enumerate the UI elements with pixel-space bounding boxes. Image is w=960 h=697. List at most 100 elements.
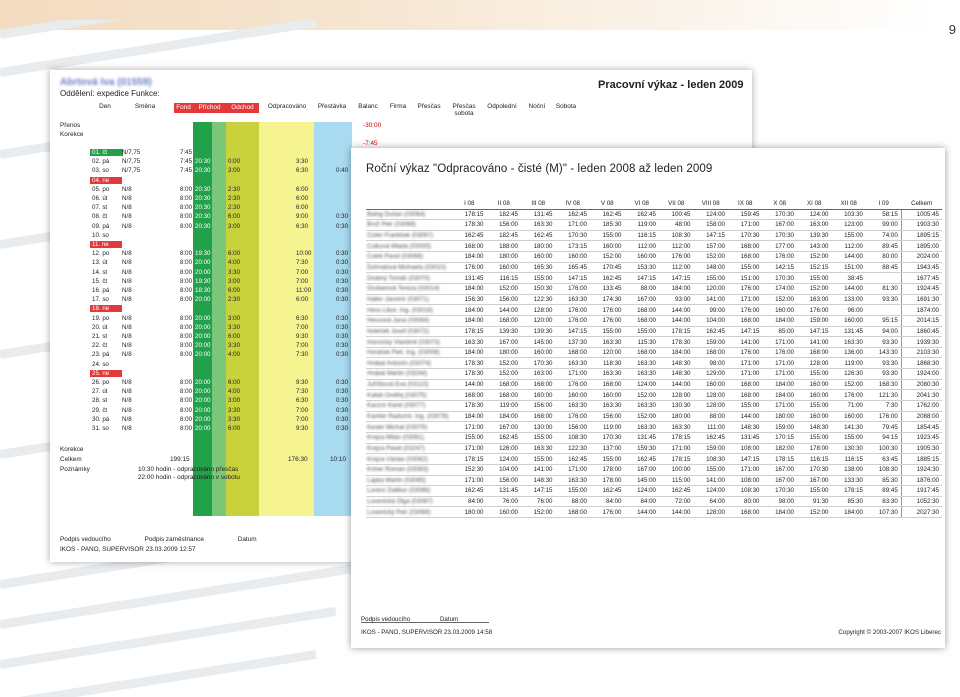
arrival-cell: 20:00 (195, 397, 211, 405)
month-cell: 156:00 (486, 475, 521, 487)
table-row: Krejza Pavel (03247) 171:00 126:00 163:30 12… (366, 443, 942, 455)
day-row: 05. po N/8 8:00 20:30 2:30 6:00 (60, 186, 380, 195)
arrival-cell: 20:00 (195, 259, 211, 267)
break-cell: 0:30 (336, 379, 349, 386)
column-header: I 09 (866, 199, 902, 210)
month-cell: 88:45 (866, 262, 902, 274)
worked-cell: 7:00 (296, 415, 309, 423)
month-cell: 184:00 (452, 251, 487, 263)
month-cell: 108:30 (866, 464, 902, 476)
month-cell: 176:00 (555, 411, 590, 423)
fund-cell: 8:00 (180, 268, 193, 276)
day-row: 12. po N/8 8:00 19:30 6:00 10:00 0:30 (60, 250, 380, 259)
employee-cell: Honzický Vlastimil (03073) (366, 336, 452, 348)
month-cell: 176:00 (452, 262, 487, 274)
page-number: 9 (948, 22, 956, 37)
column-header: XI 08 (797, 199, 832, 210)
month-cell: 178:15 (452, 453, 487, 465)
month-cell: 167:00 (486, 421, 521, 433)
month-cell: 139:30 (486, 326, 521, 338)
month-cell: 184:00 (486, 411, 521, 423)
month-cell: 163:30 (624, 357, 659, 370)
month-cell: 178:15 (659, 453, 694, 465)
month-cell: 155:00 (797, 432, 832, 444)
shift-cell: N/8 (122, 296, 132, 304)
total-cell: 1005:45 (900, 209, 942, 221)
month-cell: 131:45 (452, 272, 487, 284)
departure-cell: 3:00 (228, 314, 241, 322)
month-cell: 155:00 (624, 326, 659, 338)
month-cell: 147:15 (728, 326, 763, 338)
front-footer: IKOS - PANO, SUPERVISOR 23.03.2009 14:58 (361, 629, 493, 636)
worked-cell: 7:00 (296, 323, 309, 331)
celkem-fond: 199:15 (170, 456, 190, 463)
month-cell: 167:00 (624, 464, 659, 476)
month-cell: 180:00 (486, 251, 521, 263)
shift-cell: N/8 (122, 388, 132, 396)
break-cell: 0:30 (336, 277, 349, 285)
month-cell: 144:00 (486, 304, 521, 316)
col-header-prescas: Přesčas (417, 103, 441, 110)
month-cell: 152:00 (486, 357, 521, 370)
month-cell: 163:30 (624, 421, 659, 433)
month-cell: 180:00 (452, 506, 487, 519)
month-cell: 150:30 (521, 283, 556, 295)
fund-cell: 8:00 (180, 323, 193, 331)
month-cell: 170:30 (762, 209, 797, 221)
table-row: Krejza Václav (03082) 178:15 124:00 155:00 1… (366, 453, 942, 465)
month-cell: 155:00 (797, 272, 832, 284)
total-cell: 1052:30 (900, 496, 942, 508)
arrival-cell: 20:00 (195, 388, 211, 396)
employee-cell: Balog Dušan (03064) (366, 209, 452, 221)
shift-cell: N/8 (122, 185, 132, 193)
month-cell: 155:00 (728, 262, 763, 274)
month-cell: 177:00 (762, 240, 797, 253)
timesheet-title: Pracovní výkaz - leden 2009 (598, 79, 744, 91)
month-cell: 148:30 (659, 368, 694, 380)
break-cell: 0:30 (336, 323, 349, 331)
departure-cell: 3:30 (228, 323, 241, 331)
month-cell: 152:00 (762, 294, 797, 306)
month-cell: 63:45 (866, 453, 902, 465)
table-row: Drobný Tomáš (03070) 131:45 116:15 155:00 14… (366, 272, 942, 284)
month-cell: 128:00 (693, 389, 728, 402)
day-cell: 22. čt (92, 342, 108, 350)
back-footer: IKOS - PANO, SUPERVISOR 23.03.2009 12:57 (60, 546, 196, 553)
month-cell: 170:30 (728, 230, 763, 242)
month-cell: 159:00 (693, 336, 728, 348)
break-cell: 0:30 (336, 314, 349, 322)
month-cell: 162:45 (693, 432, 728, 444)
month-cell: 147:15 (659, 272, 694, 284)
arrival-cell: 20:00 (195, 351, 211, 359)
table-header-row: I 08 II 08 III 08 IV 08 V 08 VI 08 VII 08 VIII … (366, 199, 942, 210)
day-row: 25. ne (60, 369, 380, 379)
day-row: 31. so N/8 8:00 20:00 6:00 9:30 0:30 (60, 425, 380, 434)
departure-cell: 3:00 (228, 277, 241, 285)
month-cell: 141:00 (693, 475, 728, 487)
month-cell: 119:00 (831, 357, 866, 370)
total-cell: 1895:15 (900, 230, 942, 242)
month-cell: 160:00 (624, 251, 659, 263)
month-cell: 112:00 (624, 240, 659, 253)
total-cell: 1917:45 (900, 485, 942, 497)
fund-cell: 7:45 (180, 158, 193, 166)
month-cell: 108:30 (693, 453, 728, 465)
month-cell: 180:00 (762, 411, 797, 423)
month-cell: 144:00 (659, 506, 694, 519)
month-cell: 88:00 (624, 283, 659, 295)
table-row: Lorenc Dalibor (03086) 162:45 131:45 147:15… (366, 485, 942, 497)
day-cell: 15. čt (92, 277, 108, 285)
month-cell: 155:00 (521, 432, 556, 444)
month-cell: 162:45 (590, 272, 625, 284)
month-cell: 168:00 (486, 379, 521, 391)
month-cell: 176:00 (728, 283, 763, 295)
arrival-cell: 20:30 (195, 167, 211, 175)
month-cell: 139:30 (521, 326, 556, 338)
day-cell: 13. út (92, 259, 108, 267)
month-cell: 159:00 (762, 421, 797, 433)
month-cell: 178:30 (452, 219, 487, 231)
month-cell: 155:00 (693, 464, 728, 476)
employee-cell: Culek Pavel (03068) (366, 251, 452, 263)
month-cell: 178:15 (659, 326, 694, 338)
month-cell: 144:00 (728, 411, 763, 423)
